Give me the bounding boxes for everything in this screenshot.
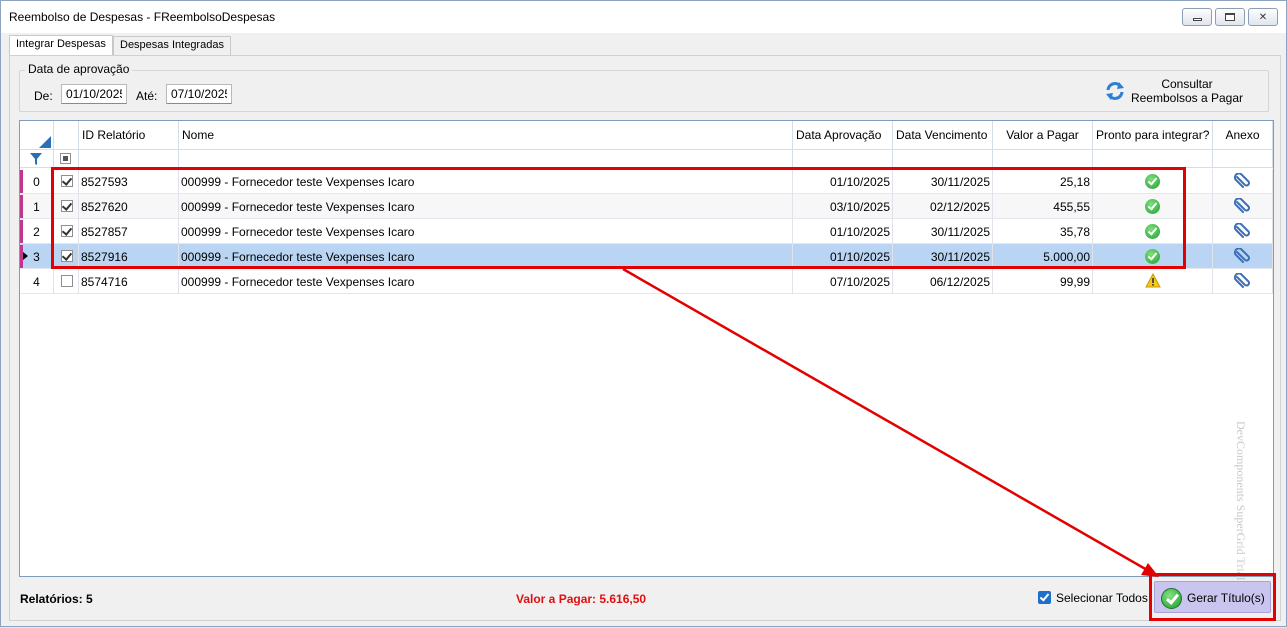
tab-integrar-despesas[interactable]: Integrar Despesas — [9, 35, 113, 55]
app-window: Reembolso de Despesas - FReembolsoDespes… — [0, 0, 1287, 627]
annotation-arrow — [622, 267, 1159, 577]
